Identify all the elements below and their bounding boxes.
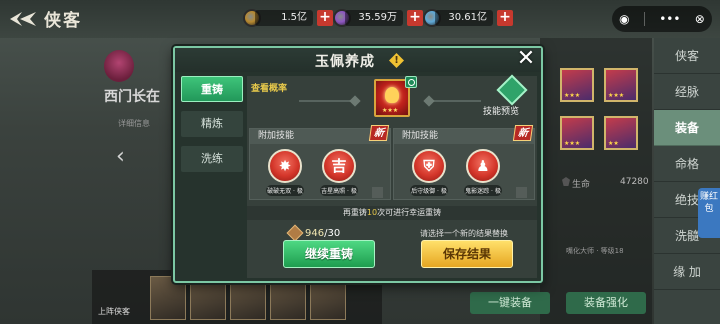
- select-checkbox[interactable]: [372, 187, 383, 198]
- cost-need: /30: [324, 227, 341, 239]
- add-gem-button[interactable]: +: [407, 10, 423, 26]
- hero-detail-link[interactable]: 详细信息: [118, 118, 150, 129]
- side-tab[interactable]: 经脉: [654, 74, 720, 110]
- close-icon[interactable]: ✕: [515, 48, 537, 70]
- back-arrow-icon[interactable]: [8, 8, 38, 30]
- crystal-amount: 30.61亿: [435, 10, 493, 26]
- equipment-slot[interactable]: ★★★: [560, 68, 594, 102]
- side-tab[interactable]: 命格: [654, 146, 720, 182]
- side-tab-list: 侠客 经脉 装备 命格 绝技 洗髓缘 加: [654, 38, 720, 324]
- stat-label: 生命: [572, 180, 591, 190]
- cost-text: 946/30: [305, 228, 340, 239]
- skill-preview-icon[interactable]: [496, 74, 528, 106]
- gold-resource: 1.5亿 +: [243, 9, 333, 27]
- capsule-divider: [643, 12, 645, 26]
- skill-name: 破破无双 · 极: [266, 185, 304, 196]
- tab-refine[interactable]: 精炼: [181, 111, 243, 137]
- more-button[interactable]: •••: [659, 12, 680, 26]
- skill-icon: ♟: [466, 149, 500, 183]
- skill-item[interactable]: ⛨ 后守级御 · 极: [410, 149, 448, 199]
- new-badge: 新: [512, 125, 534, 141]
- track-dot: [349, 95, 361, 107]
- jade-gem-icon: [385, 87, 399, 103]
- skill-icon: ⛨: [412, 149, 446, 183]
- pick-hint: 请选择一个新的结果替换: [420, 229, 508, 238]
- skill-name: 后守级御 · 极: [410, 185, 448, 196]
- track-dot: [423, 95, 435, 107]
- skill-item[interactable]: ♟ 鬼影迷踪 · 极: [464, 149, 502, 199]
- gold-amount: 1.5亿: [255, 10, 313, 26]
- hero-name: 西门长在: [104, 89, 160, 105]
- close-app-button[interactable]: ⊗: [695, 12, 705, 26]
- lineup-label: 上阵侠客: [98, 307, 130, 316]
- jade-cultivation-dialog: 玉佩养成 ! ✕ 重铸 精炼 洗练 查看概率 ★★★ 技能预览 附加技能 新 ✸: [173, 46, 543, 283]
- track-line: [299, 100, 355, 102]
- mini-program-capsule: ◉ ••• ⊗: [612, 6, 712, 32]
- current-skills-box: 附加技能 新 ✸ 破破无双 · 极 吉 吉星高照 · 极: [249, 125, 391, 200]
- game-controller-icon[interactable]: ◉: [619, 12, 629, 26]
- new-badge: 新: [368, 125, 390, 141]
- equip-enhance-button[interactable]: 装备强化: [566, 292, 646, 314]
- skill-preview-label[interactable]: 技能预览: [483, 104, 519, 117]
- continue-recast-button[interactable]: 继续重铸: [283, 240, 375, 268]
- skill-icon: ✸: [268, 149, 302, 183]
- gem-resource: 35.59万 +: [333, 9, 423, 27]
- material-icon: [286, 224, 304, 242]
- select-checkbox[interactable]: [516, 187, 527, 198]
- tab-recast[interactable]: 重铸: [181, 76, 243, 102]
- skill-name: 鬼影迷踪 · 极: [464, 185, 502, 196]
- lucky-recast-hint: 再重铸10次可进行幸运重铸: [247, 206, 537, 220]
- previous-hero-arrow-icon[interactable]: ‹: [116, 144, 125, 169]
- gem-amount: 35.59万: [345, 10, 403, 26]
- page-title: 侠客: [44, 11, 82, 31]
- view-probability-link[interactable]: 查看概率: [251, 81, 287, 94]
- master-info: 嘴化大师 · 等级18: [566, 247, 624, 255]
- hint-text: 次可进行幸运重铸: [377, 208, 442, 217]
- hint-text: 再重铸: [342, 208, 367, 217]
- new-skills-box: 附加技能 新 ⛨ 后守级御 · 极 ♟ 鬼影迷踪 · 极: [393, 125, 535, 200]
- magnifier-icon[interactable]: [405, 76, 417, 88]
- crystal-resource: 30.61亿 +: [423, 9, 513, 27]
- equipment-slot[interactable]: ★★: [604, 116, 638, 150]
- dialog-body: 查看概率 ★★★ 技能预览 附加技能 新 ✸ 破破无双 · 极 吉 吉星高照 ·: [247, 74, 537, 278]
- side-tab[interactable]: 装备: [654, 110, 720, 146]
- hero-avatar[interactable]: [104, 50, 134, 82]
- equipment-slot[interactable]: ★★★: [560, 116, 594, 150]
- tab-reroll[interactable]: 洗练: [181, 146, 243, 172]
- stat-value: 47280: [620, 177, 649, 187]
- skill-icon: 吉: [322, 149, 356, 183]
- skill-name: 吉星高照 · 极: [320, 185, 358, 196]
- one-click-equip-button[interactable]: 一键装备: [470, 292, 550, 314]
- skill-item[interactable]: 吉 吉星高照 · 极: [320, 149, 358, 199]
- jade-row: 查看概率 ★★★ 技能预览: [247, 74, 537, 126]
- jade-stars: ★★★: [382, 107, 399, 114]
- back-area[interactable]: 侠客: [8, 6, 82, 31]
- dialog-title: 玉佩养成: [315, 54, 375, 70]
- recast-cost: 946/30: [286, 224, 340, 242]
- add-crystal-button[interactable]: +: [497, 10, 513, 26]
- red-packet-button[interactable]: 赚红包: [698, 188, 720, 238]
- equipment-slot[interactable]: ★★★: [604, 68, 638, 102]
- skill-item[interactable]: ✸ 破破无双 · 极: [266, 149, 304, 199]
- add-gold-button[interactable]: +: [317, 10, 333, 26]
- side-tab[interactable]: 缘 加: [654, 254, 720, 290]
- side-tab[interactable]: 侠客: [654, 38, 720, 74]
- save-result-button[interactable]: 保存结果: [421, 240, 513, 268]
- dialog-tabs: 重铸 精炼 洗练: [181, 76, 243, 181]
- hint-count: 10: [366, 208, 378, 217]
- cost-have: 946: [305, 227, 325, 239]
